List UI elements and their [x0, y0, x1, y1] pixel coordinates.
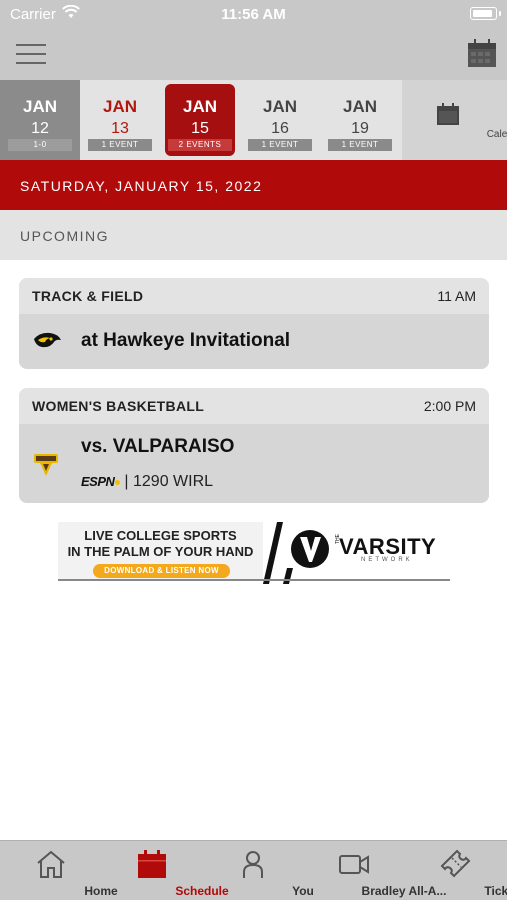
- event-card-track-field[interactable]: TRACK & FIELD 11 AM at Hawkeye Invitatio…: [19, 278, 489, 369]
- tab-bar: Home Schedule You Bradley All-A... Ticke…: [0, 840, 507, 900]
- event-card-body: at Hawkeye Invitational: [19, 314, 489, 369]
- status-bar: Carrier 11:56 AM: [0, 0, 507, 30]
- ad-download-button[interactable]: DOWNLOAD & LISTEN NOW: [93, 564, 230, 578]
- date-month: JAN: [0, 97, 80, 117]
- event-time: 11 AM: [437, 288, 476, 304]
- ad-divider: [58, 579, 450, 581]
- varsity-network-ad-banner[interactable]: LIVE COLLEGE SPORTS IN THE PALM OF YOUR …: [58, 522, 450, 584]
- tab-bradley-all-access[interactable]: Bradley All-A...: [303, 841, 404, 901]
- iowa-hawkeye-logo-icon: [32, 331, 62, 356]
- date-badge: 1 EVENT: [328, 139, 392, 151]
- ad-line-2: IN THE PALM OF YOUR HAND: [58, 544, 263, 559]
- event-opponent: at Hawkeye Invitational: [81, 330, 290, 352]
- espn-dot: [115, 480, 120, 485]
- home-icon: [35, 849, 67, 879]
- event-card-body: vs. VALPARAISO ESPN | 1290 WIRL: [19, 424, 489, 503]
- ad-right-panel: THE VARSITY NETWORK: [263, 522, 450, 580]
- upcoming-section-header: UPCOMING: [0, 210, 507, 260]
- calendar-icon: [136, 849, 168, 879]
- date-month: JAN: [80, 97, 160, 117]
- date-day: 15: [160, 120, 240, 138]
- date-day: 19: [320, 120, 400, 138]
- person-icon: [237, 849, 269, 879]
- varsity-slash-logo-icon: [263, 522, 335, 584]
- date-item-jan-16[interactable]: JAN 16 1 EVENT: [240, 80, 320, 160]
- calendar-icon[interactable]: [467, 38, 497, 68]
- date-badge: 2 EVENTS: [168, 139, 232, 151]
- tab-home[interactable]: Home: [0, 841, 101, 901]
- event-opponent: vs. VALPARAISO: [81, 436, 234, 458]
- date-month: JAN: [160, 97, 240, 117]
- tab-tickets[interactable]: Tickets: [404, 841, 505, 901]
- ad-line-1: LIVE COLLEGE SPORTS: [58, 528, 263, 543]
- tab-you[interactable]: You: [202, 841, 303, 901]
- event-sport: WOMEN'S BASKETBALL: [32, 398, 204, 414]
- radio-station: | 1290 WIRL: [124, 473, 213, 490]
- battery-icon: [470, 7, 497, 20]
- date-day: 12: [0, 120, 80, 138]
- ad-left-panel: LIVE COLLEGE SPORTS IN THE PALM OF YOUR …: [58, 522, 263, 580]
- date-month: JAN: [320, 97, 400, 117]
- event-card-header: WOMEN'S BASKETBALL 2:00 PM: [19, 388, 489, 424]
- espn-network-logo: ESPN: [81, 474, 114, 489]
- calendar-label: Calendar: [455, 129, 507, 140]
- event-card-header: TRACK & FIELD 11 AM: [19, 278, 489, 314]
- ticket-icon: [439, 849, 471, 879]
- date-day: 13: [80, 120, 160, 138]
- date-badge: 1 EVENT: [88, 139, 152, 151]
- date-item-jan-15[interactable]: JAN 15 2 EVENTS: [160, 80, 240, 160]
- date-strip: JAN 12 1-0 JAN 13 1 EVENT JAN 15 2 EVENT…: [0, 80, 507, 160]
- date-item-jan-19[interactable]: JAN 19 1 EVENT: [320, 80, 400, 160]
- calendar-button[interactable]: Calendar: [402, 80, 507, 160]
- ad-brand-sub: NETWORK: [361, 557, 413, 563]
- event-sport: TRACK & FIELD: [32, 288, 143, 304]
- selected-date-header: SATURDAY, JANUARY 15, 2022: [0, 160, 507, 210]
- tab-label: Tickets: [455, 884, 507, 898]
- date-badge: 1-0: [8, 139, 72, 151]
- hamburger-menu-icon[interactable]: [16, 44, 46, 66]
- broadcast-info: ESPN | 1290 WIRL: [81, 473, 213, 491]
- video-icon: [338, 849, 370, 879]
- date-item-jan-12[interactable]: JAN 12 1-0: [0, 80, 80, 160]
- date-day: 16: [240, 120, 320, 138]
- tab-schedule[interactable]: Schedule: [101, 841, 202, 901]
- valparaiso-logo-icon: [32, 452, 60, 483]
- event-card-womens-basketball[interactable]: WOMEN'S BASKETBALL 2:00 PM vs. VALPARAIS…: [19, 388, 489, 503]
- battery-tip: [499, 11, 501, 16]
- nav-bar: [0, 30, 507, 80]
- date-badge: 1 EVENT: [248, 139, 312, 151]
- event-time: 2:00 PM: [424, 398, 476, 414]
- calendar-icon: [437, 103, 459, 130]
- clock: 11:56 AM: [0, 6, 507, 23]
- date-item-jan-13[interactable]: JAN 13 1 EVENT: [80, 80, 160, 160]
- date-month: JAN: [240, 97, 320, 117]
